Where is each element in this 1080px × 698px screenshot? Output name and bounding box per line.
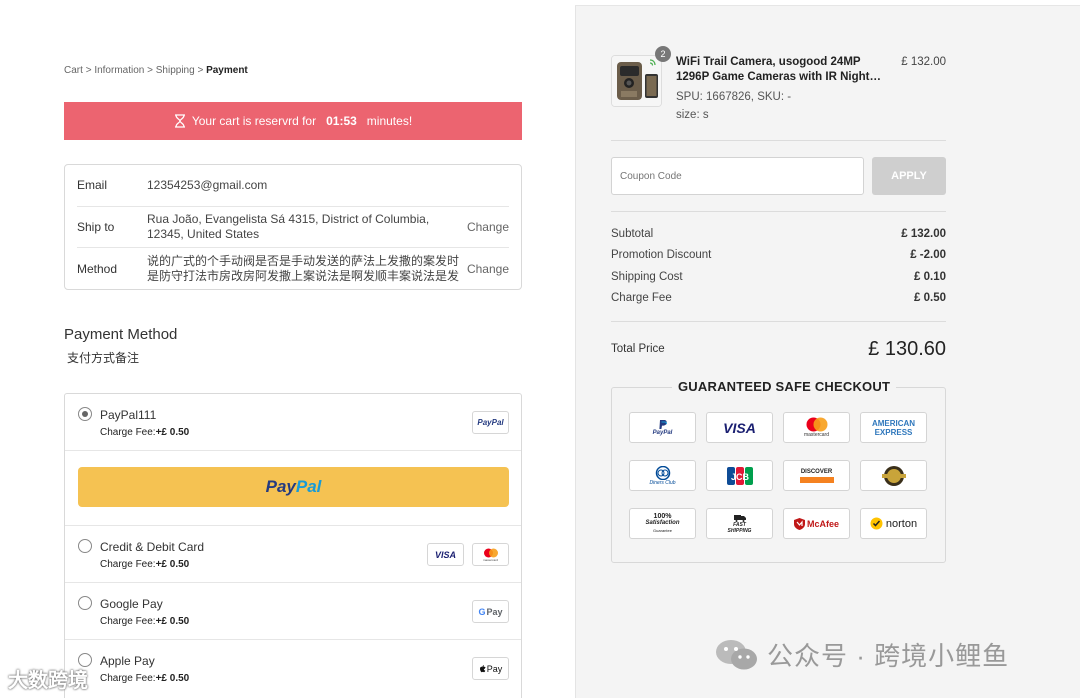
product-title: WiFi Trail Camera, usogood 24MP 1296P Ga… [676,56,881,83]
watermark-left: 大数跨境 [8,670,88,692]
payment-option-card[interactable]: Credit & Debit Card Charge Fee:+£ 0.50 V… [65,526,521,583]
method-value: 说的广式的个手动阀是否是手动发送的萨法上发撒的案发时是防守打法市房改房阿发撒上案… [147,253,460,283]
discover-badge-icon: DISCOVER [783,460,850,491]
ship-to-value: Rua João, Evangelista Sá 4315, District … [147,211,430,241]
checkout-main: Cart > Information > Shipping > Payment … [0,0,575,698]
fast-shipping-badge-icon: FAST SHIPPING [706,508,773,539]
paypal-option-name: PayPal111 [100,408,157,422]
charge-fee-value: £ 0.50 [914,292,946,304]
payment-method-title: Payment Method [64,326,178,343]
timer-countdown: 01:53 [326,114,357,128]
amex-badge-icon: AMERICAN EXPRESS [860,412,927,443]
product-price: £ 132.00 [901,56,946,68]
hourglass-icon [174,114,185,128]
subtotal-value: £ 132.00 [901,228,946,240]
promotion-discount-label: Promotion Discount [611,249,712,261]
method-row: Method 说的广式的个手动阀是否是手动发送的萨法上发撒的案发时是防守打法市房… [77,248,509,290]
subtotal-row: Subtotal £ 132.00 [611,228,946,240]
coupon-code-input[interactable] [611,157,864,195]
timer-suffix: minutes! [366,114,413,128]
email-value: 12354253@gmail.com [147,177,268,192]
breadcrumb-separator: > [147,65,153,76]
visa-badge-icon: VISA [706,412,773,443]
watermark: 公众号 · 跨境小鲤鱼 [715,636,1009,673]
reservation-timer-banner: Your cart is reservrd for 01:53 minutes! [64,102,522,140]
breadcrumb-separator: > [85,65,92,76]
diners-club-badge-icon: Diners Club [629,460,696,491]
guarantee-seal-icon [860,460,927,491]
timer-prefix: Your cart is reservrd for [191,114,317,128]
payment-options-list: PayPal111 Charge Fee:+£ 0.50 PayPal Pay P… [64,393,522,698]
satisfaction-badge-icon: 100% Satisfaction Guarantee [629,508,696,539]
svg-text:JCB: JCB [730,472,749,482]
divider [611,211,946,212]
change-method-link[interactable]: Change [467,262,509,276]
jcb-badge-icon: JCB [706,460,773,491]
safe-checkout-box: GUARANTEED SAFE CHECKOUT PayPal VISA mas… [611,379,946,563]
apply-coupon-button[interactable]: APPLY [872,157,946,195]
shipping-cost-label: Shipping Cost [611,271,683,283]
product-thumbnail [611,55,662,107]
charge-fee-label: Charge Fee [611,292,672,304]
shipping-cost-value: £ 0.10 [914,271,946,283]
product-sku: SPU: 1667826, SKU: - [676,91,792,103]
breadcrumb-shipping[interactable]: Shipping [156,65,195,76]
payment-option-apple-pay[interactable]: Apple Pay Charge Fee:+£ 0.50 Pay [65,640,521,697]
wechat-icon [716,639,757,669]
card-option-name: Credit & Debit Card [100,540,205,554]
norton-badge-icon: norton [860,508,927,539]
order-info-box: Email 12354253@gmail.com Ship to Rua Joã… [64,164,522,290]
breadcrumb-separator: > [197,65,204,76]
paypal-badge-icon: PayPal [629,412,696,443]
ship-to-label: Ship to [77,219,115,234]
payment-method-note: 支付方式备注 [67,351,140,365]
visa-logo-icon: VISA [427,543,464,566]
breadcrumb-payment: Payment [206,65,248,76]
breadcrumb-information[interactable]: Information [94,65,144,76]
divider [611,321,946,322]
paypal-radio[interactable] [78,407,92,421]
mastercard-logo-icon: mastercard [472,543,509,566]
paypal-checkout-button[interactable]: Pay Pal [78,467,509,507]
google-pay-logo-icon: G Pay [472,600,509,623]
product-size: size: s [676,109,709,121]
paypal-button-area: Pay Pal [65,451,521,526]
change-ship-to-link[interactable]: Change [467,220,509,234]
total-price-value: £ 130.60 [868,338,946,360]
payment-option-google-pay[interactable]: Google Pay Charge Fee:+£ 0.50 G Pay [65,583,521,640]
email-label: Email [77,178,108,193]
google-pay-radio[interactable] [78,596,92,610]
payment-option-paypal[interactable]: PayPal111 Charge Fee:+£ 0.50 PayPal [65,394,521,451]
shipping-cost-row: Shipping Cost £ 0.10 [611,271,946,283]
paypal-charge-fee: Charge Fee:+£ 0.50 [100,427,190,438]
card-charge-fee: Charge Fee:+£ 0.50 [100,559,190,570]
card-radio[interactable] [78,539,92,553]
quantity-badge: 2 [655,46,671,62]
apple-pay-charge-fee: Charge Fee:+£ 0.50 [100,673,190,684]
breadcrumb-cart[interactable]: Cart [64,65,83,76]
google-pay-option-name: Google Pay [100,597,163,611]
charge-fee-row: Charge Fee £ 0.50 [611,292,946,304]
ship-to-row: Ship to Rua João, Evangelista Sá 4315, D… [77,207,509,248]
order-summary-panel: 2 WiFi Trail Camera, usogood 24MP 1296P … [575,6,1080,698]
mcafee-badge-icon: McAfee [783,508,850,539]
safe-checkout-title: GUARANTEED SAFE CHECKOUT [672,379,897,394]
total-price-label: Total Price [611,343,665,355]
google-pay-charge-fee: Charge Fee:+£ 0.50 [100,616,190,627]
apple-pay-option-name: Apple Pay [100,654,155,668]
subtotal-label: Subtotal [611,228,654,240]
paypal-logo-icon: PayPal [472,411,509,434]
breadcrumb: Cart > Information > Shipping > Payment [64,65,248,76]
method-label: Method [77,261,118,276]
apple-pay-logo-icon: Pay [472,657,509,680]
mastercard-badge-icon: mastercard [783,412,850,443]
divider [611,140,946,141]
email-row: Email 12354253@gmail.com [77,165,509,207]
promotion-discount-value: £ -2.00 [910,249,946,261]
promotion-discount-row: Promotion Discount £ -2.00 [611,249,946,261]
